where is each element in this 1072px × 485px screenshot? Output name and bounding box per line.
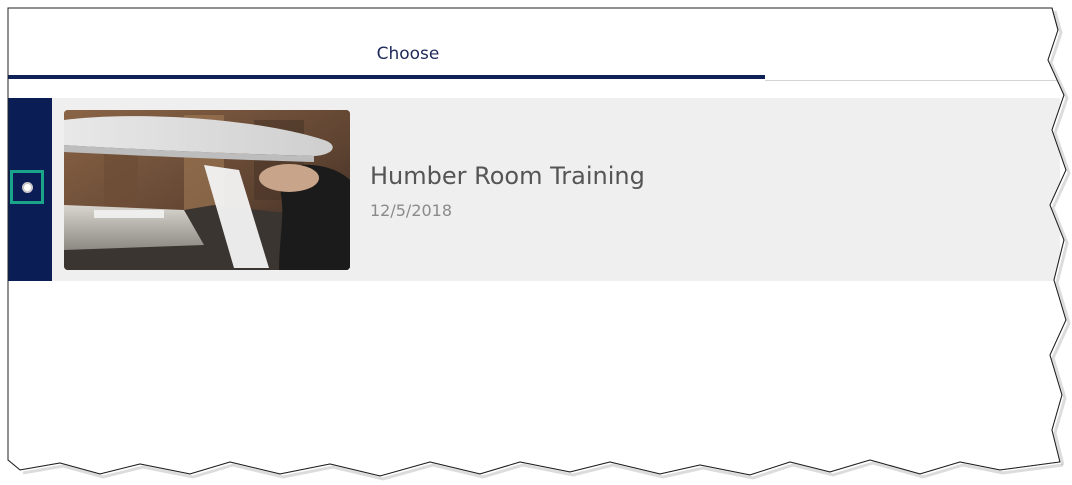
select-radio-button[interactable] — [10, 170, 44, 204]
tab-divider — [765, 80, 1065, 81]
radio-dot-icon — [21, 181, 33, 193]
selection-bar — [8, 98, 52, 281]
tab-bar: Choose — [8, 30, 1065, 82]
app-window: Choose Humber Room Training 12/5/2018 — [0, 0, 1072, 485]
waiter-carrying-plate-image — [64, 110, 350, 270]
item-date: 12/5/2018 — [370, 201, 453, 220]
list-item[interactable]: Humber Room Training 12/5/2018 — [8, 98, 1060, 281]
item-thumbnail[interactable] — [64, 110, 350, 270]
tab-choose[interactable]: Choose — [308, 44, 508, 64]
item-title: Humber Room Training — [370, 162, 645, 190]
tab-active-indicator — [8, 75, 765, 79]
